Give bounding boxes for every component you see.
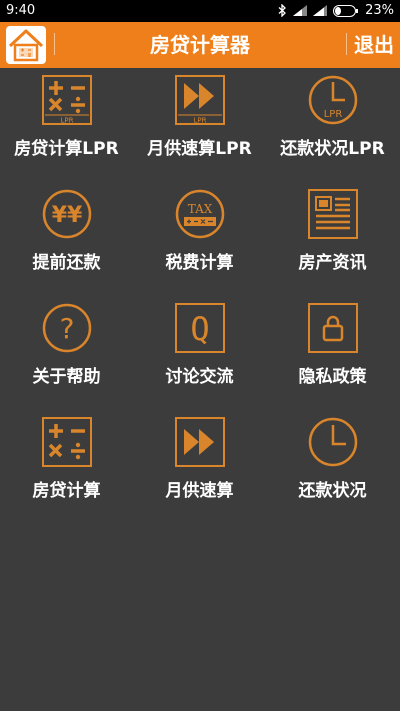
tax-icon: TAX [174,188,226,240]
menu-item-prepayment[interactable]: ¥¥ 提前还款 [0,182,133,296]
calculator-icon [41,416,93,468]
header-divider [346,33,347,55]
menu-item-property-news[interactable]: 房产资讯 [266,182,399,296]
menu-item-repay-status-lpr[interactable]: LPR 还款状况LPR [266,68,399,182]
menu-item-label: 讨论交流 [165,367,234,387]
menu-item-label: 隐私政策 [298,367,367,387]
page-title: 房贷计算器 [150,33,250,57]
clock-icon [307,416,359,468]
menu-item-label: 月供速算 [165,481,234,501]
menu-row: ¥¥ 提前还款 TAX 税费计算 房产资讯 [0,182,400,296]
menu-item-label: 提前还款 [32,253,101,273]
menu-item-label: 房贷计算LPR [14,139,119,159]
svg-text:Q: Q [190,310,209,348]
battery-percent: 23% [365,3,394,18]
menu-item-label: 税费计算 [165,253,234,273]
exit-button[interactable]: 退出 [354,22,394,68]
house-calculator-icon[interactable] [6,26,46,64]
svg-text:TAX: TAX [188,202,213,216]
menu-item-label: 房贷计算 [32,481,101,501]
fast-forward-icon [174,416,226,468]
fast-forward-lpr-icon: LPR [174,74,226,126]
signal-icon [293,5,308,16]
svg-text:LPR: LPR [324,109,343,120]
menu-item-label: 还款状况 [298,481,367,501]
q-chat-icon: Q [174,302,226,354]
menu-item-tax-calc[interactable]: TAX 税费计算 [133,182,266,296]
lock-icon [307,302,359,354]
svg-text:¥¥: ¥¥ [52,203,83,228]
bluetooth-icon [278,4,287,17]
calculator-lpr-icon: LPR [41,74,93,126]
menu-item-label: 房产资讯 [298,253,367,273]
menu-item-about-help[interactable]: ? 关于帮助 [0,296,133,410]
status-bar: 9:40 23% [0,0,400,22]
menu-item-monthly-fast-lpr[interactable]: LPR 月供速算LPR [133,68,266,182]
svg-text:?: ? [60,312,75,345]
menu-grid: LPR 房贷计算LPR LPR 月供速算LPR LPR 还款状况LPR ¥¥ 提… [0,68,400,524]
menu-item-label: 关于帮助 [32,367,101,387]
news-icon [307,188,359,240]
svg-text:LPR: LPR [61,117,74,125]
question-icon: ? [41,302,93,354]
menu-item-discussion[interactable]: Q 讨论交流 [133,296,266,410]
menu-row: 房贷计算 月供速算 还款状况 [0,410,400,524]
signal-icon [313,5,328,16]
battery-icon [333,4,359,17]
menu-item-loan-calc-lpr[interactable]: LPR 房贷计算LPR [0,68,133,182]
menu-row: LPR 房贷计算LPR LPR 月供速算LPR LPR 还款状况LPR [0,68,400,182]
svg-text:LPR: LPR [194,117,207,125]
menu-item-label: 月供速算LPR [147,139,252,159]
menu-item-repay-status[interactable]: 还款状况 [266,410,399,524]
yen-coin-icon: ¥¥ [41,188,93,240]
header-divider [54,33,55,55]
menu-item-monthly-fast[interactable]: 月供速算 [133,410,266,524]
menu-item-label: 还款状况LPR [280,139,385,159]
menu-item-privacy-policy[interactable]: 隐私政策 [266,296,399,410]
app-header: 房贷计算器 退出 [0,22,400,68]
menu-row: ? 关于帮助 Q 讨论交流 隐私政策 [0,296,400,410]
menu-item-loan-calc[interactable]: 房贷计算 [0,410,133,524]
clock-lpr-icon: LPR [307,74,359,126]
status-time: 9:40 [6,3,36,18]
